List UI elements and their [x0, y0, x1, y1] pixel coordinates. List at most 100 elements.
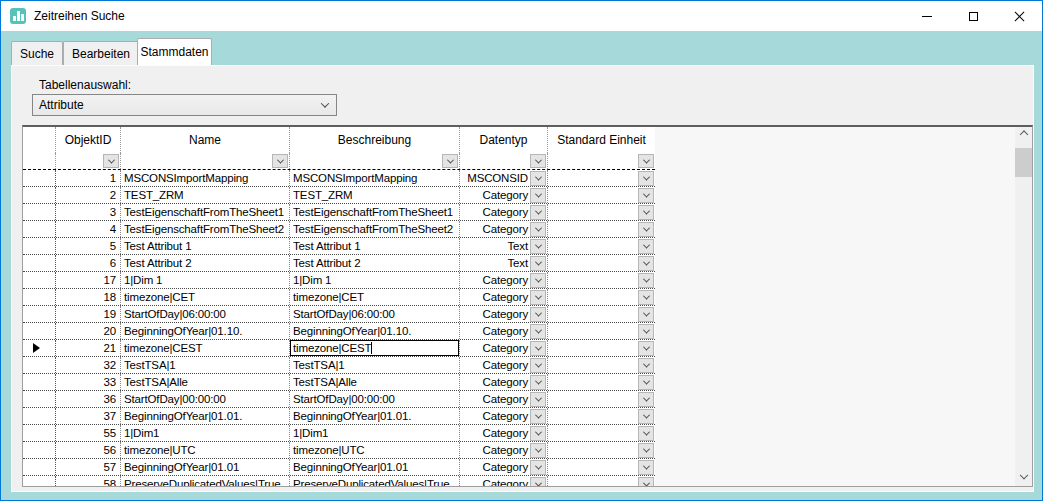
cell-objektid[interactable]: 58 [56, 476, 121, 487]
cell-name[interactable]: StartOfDay|00:00:00 [121, 391, 290, 407]
einheit-dropdown[interactable] [638, 409, 654, 424]
einheit-dropdown[interactable] [638, 426, 654, 441]
datentyp-dropdown[interactable] [530, 273, 546, 288]
header-objektid[interactable]: ObjektID [56, 127, 121, 153]
cell-standard-einheit[interactable] [548, 289, 655, 305]
row-header-cell[interactable] [23, 459, 56, 475]
header-beschreibung[interactable]: Beschreibung [290, 127, 460, 153]
scroll-down-button[interactable] [1015, 469, 1032, 486]
cell-datentyp[interactable]: Category [460, 425, 548, 441]
datentyp-dropdown[interactable] [530, 188, 546, 203]
cell-datentyp[interactable]: Category [460, 459, 548, 475]
filter-datentyp-dropdown[interactable] [530, 154, 546, 168]
cell-name[interactable]: TestEigenschaftFromTheSheet2 [121, 221, 290, 237]
header-standard-einheit[interactable]: Standard Einheit [548, 127, 655, 153]
datentyp-dropdown[interactable] [530, 409, 546, 424]
cell-objektid[interactable]: 18 [56, 289, 121, 305]
cell-standard-einheit[interactable] [548, 459, 655, 475]
row-header-cell[interactable] [23, 476, 56, 487]
datentyp-dropdown[interactable] [530, 290, 546, 305]
cell-standard-einheit[interactable] [548, 204, 655, 220]
maximize-button[interactable] [950, 1, 996, 31]
cell-beschreibung[interactable]: TestEigenschaftFromTheSheet1 [290, 204, 460, 220]
cell-name[interactable]: BeginningOfYear|01.01 [121, 459, 290, 475]
cell-standard-einheit[interactable] [548, 255, 655, 271]
tabellenauswahl-combobox[interactable]: Attribute [32, 94, 337, 116]
cell-beschreibung[interactable]: TEST_ZRM [290, 187, 460, 203]
einheit-dropdown[interactable] [638, 273, 654, 288]
cell-name[interactable]: StartOfDay|06:00:00 [121, 306, 290, 322]
row-header-cell[interactable] [23, 272, 56, 288]
row-header-cell[interactable] [23, 391, 56, 407]
row-header-cell[interactable] [23, 442, 56, 458]
cell-datentyp[interactable]: Text [460, 238, 548, 254]
cell-name[interactable]: TestTSA|Alle [121, 374, 290, 390]
cell-standard-einheit[interactable] [548, 170, 655, 186]
row-header-cell[interactable] [23, 221, 56, 237]
einheit-dropdown[interactable] [638, 341, 654, 356]
scroll-up-button[interactable] [1015, 127, 1032, 144]
cell-standard-einheit[interactable] [548, 221, 655, 237]
filter-beschreibung-dropdown[interactable] [442, 154, 458, 168]
cell-beschreibung[interactable]: BeginningOfYear|01.01. [290, 408, 460, 424]
row-header-cell[interactable] [23, 340, 56, 356]
cell-standard-einheit[interactable] [548, 391, 655, 407]
einheit-dropdown[interactable] [638, 460, 654, 475]
datentyp-dropdown[interactable] [530, 256, 546, 271]
cell-objektid[interactable]: 4 [56, 221, 121, 237]
cell-datentyp[interactable]: MSCONSID [460, 170, 548, 186]
einheit-dropdown[interactable] [638, 171, 654, 186]
cell-objektid[interactable]: 55 [56, 425, 121, 441]
datentyp-dropdown[interactable] [530, 307, 546, 322]
scrollbar-thumb[interactable] [1015, 148, 1032, 177]
datentyp-dropdown[interactable] [530, 358, 546, 373]
cell-name[interactable]: BeginningOfYear|01.01. [121, 408, 290, 424]
cell-beschreibung[interactable]: timezone|CEST [290, 340, 460, 356]
cell-datentyp[interactable]: Category [460, 442, 548, 458]
cell-standard-einheit[interactable] [548, 442, 655, 458]
row-header-cell[interactable] [23, 170, 56, 186]
cell-name[interactable]: timezone|CET [121, 289, 290, 305]
cell-objektid[interactable]: 56 [56, 442, 121, 458]
filter-name-dropdown[interactable] [272, 154, 288, 168]
row-header-cell[interactable] [23, 187, 56, 203]
cell-datentyp[interactable]: Category [460, 289, 548, 305]
cell-beschreibung[interactable]: StartOfDay|06:00:00 [290, 306, 460, 322]
cell-objektid[interactable]: 36 [56, 391, 121, 407]
cell-beschreibung[interactable]: StartOfDay|00:00:00 [290, 391, 460, 407]
einheit-dropdown[interactable] [638, 205, 654, 220]
row-header-cell[interactable] [23, 255, 56, 271]
datentyp-dropdown[interactable] [530, 324, 546, 339]
cell-name[interactable]: TestTSA|1 [121, 357, 290, 373]
datentyp-dropdown[interactable] [530, 477, 546, 488]
row-header-cell[interactable] [23, 306, 56, 322]
cell-beschreibung[interactable]: 1|Dim 1 [290, 272, 460, 288]
cell-name[interactable]: timezone|CEST [121, 340, 290, 356]
cell-name[interactable]: BeginningOfYear|01.10. [121, 323, 290, 339]
einheit-dropdown[interactable] [638, 290, 654, 305]
filter-objektid-dropdown[interactable] [103, 154, 119, 168]
datentyp-dropdown[interactable] [530, 341, 546, 356]
row-header-cell[interactable] [23, 238, 56, 254]
cell-name[interactable]: PreserveDuplicatedValues|True [121, 476, 290, 487]
cell-name[interactable]: Test Attribut 2 [121, 255, 290, 271]
cell-datentyp[interactable]: Category [460, 340, 548, 356]
cell-standard-einheit[interactable] [548, 187, 655, 203]
row-header-cell[interactable] [23, 408, 56, 424]
datentyp-dropdown[interactable] [530, 443, 546, 458]
row-header-cell[interactable] [23, 289, 56, 305]
cell-standard-einheit[interactable] [548, 323, 655, 339]
cell-beschreibung[interactable]: TestTSA|Alle [290, 374, 460, 390]
cell-datentyp[interactable]: Text [460, 255, 548, 271]
header-name[interactable]: Name [121, 127, 290, 153]
einheit-dropdown[interactable] [638, 256, 654, 271]
einheit-dropdown[interactable] [638, 222, 654, 237]
cell-objektid[interactable]: 21 [56, 340, 121, 356]
einheit-dropdown[interactable] [638, 477, 654, 488]
cell-objektid[interactable]: 2 [56, 187, 121, 203]
cell-beschreibung[interactable]: BeginningOfYear|01.01 [290, 459, 460, 475]
einheit-dropdown[interactable] [638, 307, 654, 322]
einheit-dropdown[interactable] [638, 392, 654, 407]
cell-objektid[interactable]: 5 [56, 238, 121, 254]
datentyp-dropdown[interactable] [530, 205, 546, 220]
